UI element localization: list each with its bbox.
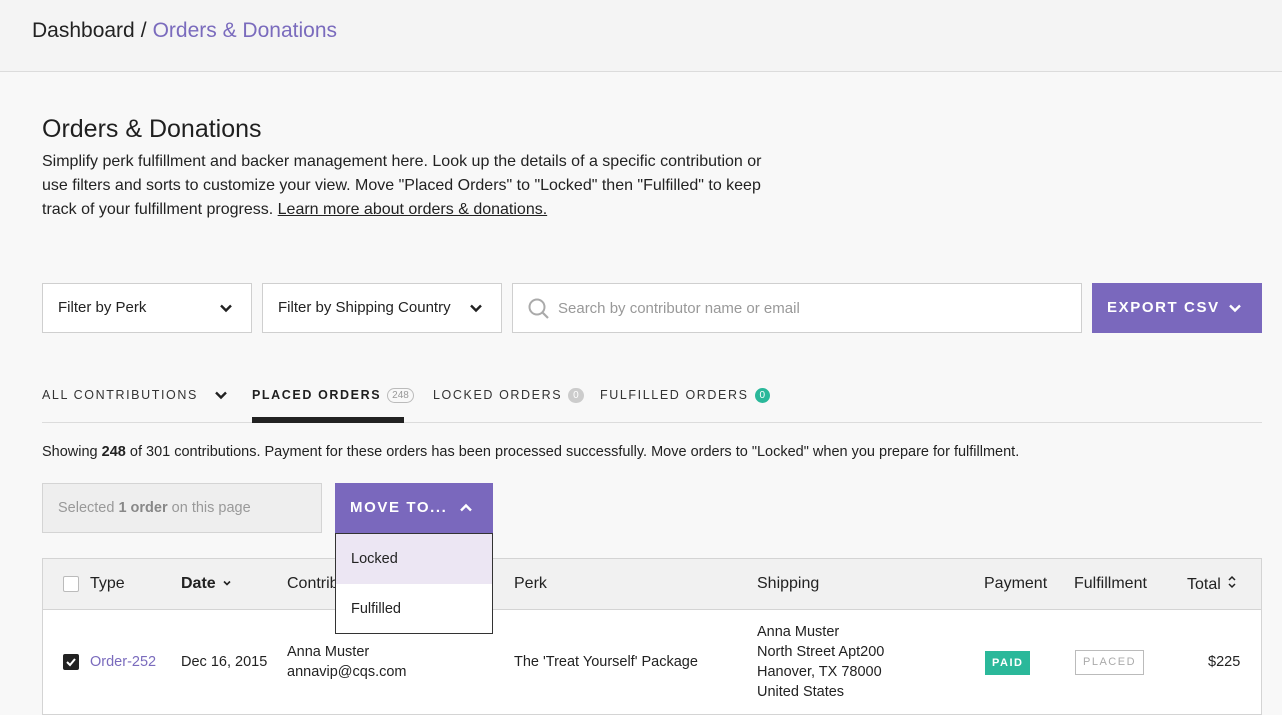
- search-icon: [528, 298, 549, 319]
- row-date: Dec 16, 2015: [181, 654, 268, 670]
- row-shipping-name: Anna Muster: [757, 624, 840, 640]
- chevron-down-icon: [215, 391, 227, 400]
- summary-rest: of 301 contributions. Payment for these …: [129, 444, 1020, 460]
- menu-item-fulfilled[interactable]: Fulfilled: [336, 584, 492, 634]
- breadcrumb: Dashboard / Orders & Donations: [32, 19, 337, 43]
- row-shipping-country: United States: [757, 684, 845, 700]
- tab-locked-orders[interactable]: LOCKED ORDERS 0: [433, 388, 584, 403]
- filter-country-label: Filter by Shipping Country: [278, 299, 451, 316]
- summary-prefix: Showing: [42, 444, 98, 460]
- fulfillment-status-badge: PLACED: [1075, 650, 1145, 675]
- breadcrumb-current[interactable]: Orders & Donations: [153, 19, 337, 42]
- summary-shown-count: 248: [101, 444, 126, 460]
- header-type[interactable]: Type: [90, 575, 125, 593]
- header-date-label: Date: [181, 575, 216, 592]
- selection-indicator: Selected 1 order on this page: [42, 483, 322, 533]
- move-to-label: MOVE TO...: [350, 499, 448, 516]
- export-csv-button[interactable]: EXPORT CSV: [1092, 283, 1262, 333]
- results-summary: Showing 248 of 301 contributions. Paymen…: [42, 444, 1019, 460]
- search-box: [512, 283, 1082, 333]
- active-tab-indicator: [252, 417, 404, 423]
- move-to-button[interactable]: MOVE TO...: [335, 483, 493, 533]
- row-shipping-street: North Street Apt200: [757, 644, 885, 660]
- learn-more-link[interactable]: Learn more about orders & donations.: [278, 201, 548, 218]
- chevron-down-icon[interactable]: [1228, 301, 1242, 315]
- select-all-checkbox[interactable]: [63, 576, 79, 592]
- orders-table: Type Date Contributor Perk Shipping Paym…: [42, 558, 1262, 715]
- row-total: $225: [1208, 654, 1241, 670]
- export-csv-label: EXPORT CSV: [1107, 299, 1220, 316]
- header-perk[interactable]: Perk: [514, 575, 547, 593]
- header-total[interactable]: Total: [1187, 575, 1237, 594]
- page-description: Simplify perk fulfillment and backer man…: [42, 150, 762, 222]
- breadcrumb-dashboard[interactable]: Dashboard: [32, 19, 135, 42]
- sort-icon: [1228, 575, 1236, 589]
- tab-count-badge: 0: [568, 388, 584, 403]
- row-type-cell: Order-252: [90, 654, 156, 670]
- row-perk: The 'Treat Yourself' Package: [514, 654, 698, 670]
- order-link[interactable]: Order-252: [90, 654, 156, 670]
- header-date[interactable]: Date: [181, 575, 232, 593]
- selection-suffix: on this page: [171, 500, 251, 516]
- tab-count-badge: 248: [387, 388, 414, 403]
- row-contributor-email: annavip@cqs.com: [287, 664, 407, 680]
- header-total-label: Total: [1187, 576, 1221, 593]
- header-payment[interactable]: Payment: [984, 575, 1047, 593]
- header-fulfillment[interactable]: Fulfillment: [1074, 575, 1147, 593]
- tab-count-badge: 0: [754, 388, 771, 403]
- move-to-menu: Locked Fulfilled: [335, 533, 493, 634]
- row-checkbox[interactable]: [63, 654, 79, 670]
- top-bar: Dashboard / Orders & Donations: [0, 0, 1282, 72]
- payment-status-badge: PAID: [985, 651, 1031, 675]
- sort-desc-icon: [223, 580, 231, 586]
- filter-perk-label: Filter by Perk: [58, 299, 147, 316]
- table-header: Type Date Contributor Perk Shipping Paym…: [43, 559, 1261, 610]
- menu-item-locked[interactable]: Locked: [336, 534, 492, 584]
- row-contributor-name: Anna Muster: [287, 644, 370, 660]
- chevron-up-icon: [460, 503, 472, 512]
- tab-placed-orders[interactable]: PLACED ORDERS 248: [252, 388, 414, 403]
- header-shipping[interactable]: Shipping: [757, 575, 819, 593]
- selection-count: 1 order: [118, 500, 168, 516]
- chevron-down-icon: [470, 304, 482, 313]
- selection-prefix: Selected: [58, 500, 115, 516]
- row-shipping-city: Hanover, TX 78000: [757, 664, 882, 680]
- tab-label: PLACED ORDERS: [252, 388, 382, 402]
- tab-label: FULFILLED ORDERS: [600, 388, 749, 402]
- order-tabs: ALL CONTRIBUTIONS PLACED ORDERS 248 LOCKE…: [42, 370, 1262, 423]
- search-input[interactable]: [558, 284, 1068, 332]
- filter-by-country-select[interactable]: Filter by Shipping Country: [262, 283, 502, 333]
- page-title: Orders & Donations: [42, 115, 262, 143]
- tab-label: ALL CONTRIBUTIONS: [42, 388, 198, 402]
- checkmark-icon: [66, 658, 76, 667]
- tab-fulfilled-orders[interactable]: FULFILLED ORDERS 0: [600, 388, 771, 403]
- chevron-down-icon: [220, 304, 232, 313]
- filter-by-perk-select[interactable]: Filter by Perk: [42, 283, 252, 333]
- tab-label: LOCKED ORDERS: [433, 388, 563, 402]
- tab-all-contributions[interactable]: ALL CONTRIBUTIONS: [42, 388, 228, 402]
- breadcrumb-separator: /: [140, 19, 147, 42]
